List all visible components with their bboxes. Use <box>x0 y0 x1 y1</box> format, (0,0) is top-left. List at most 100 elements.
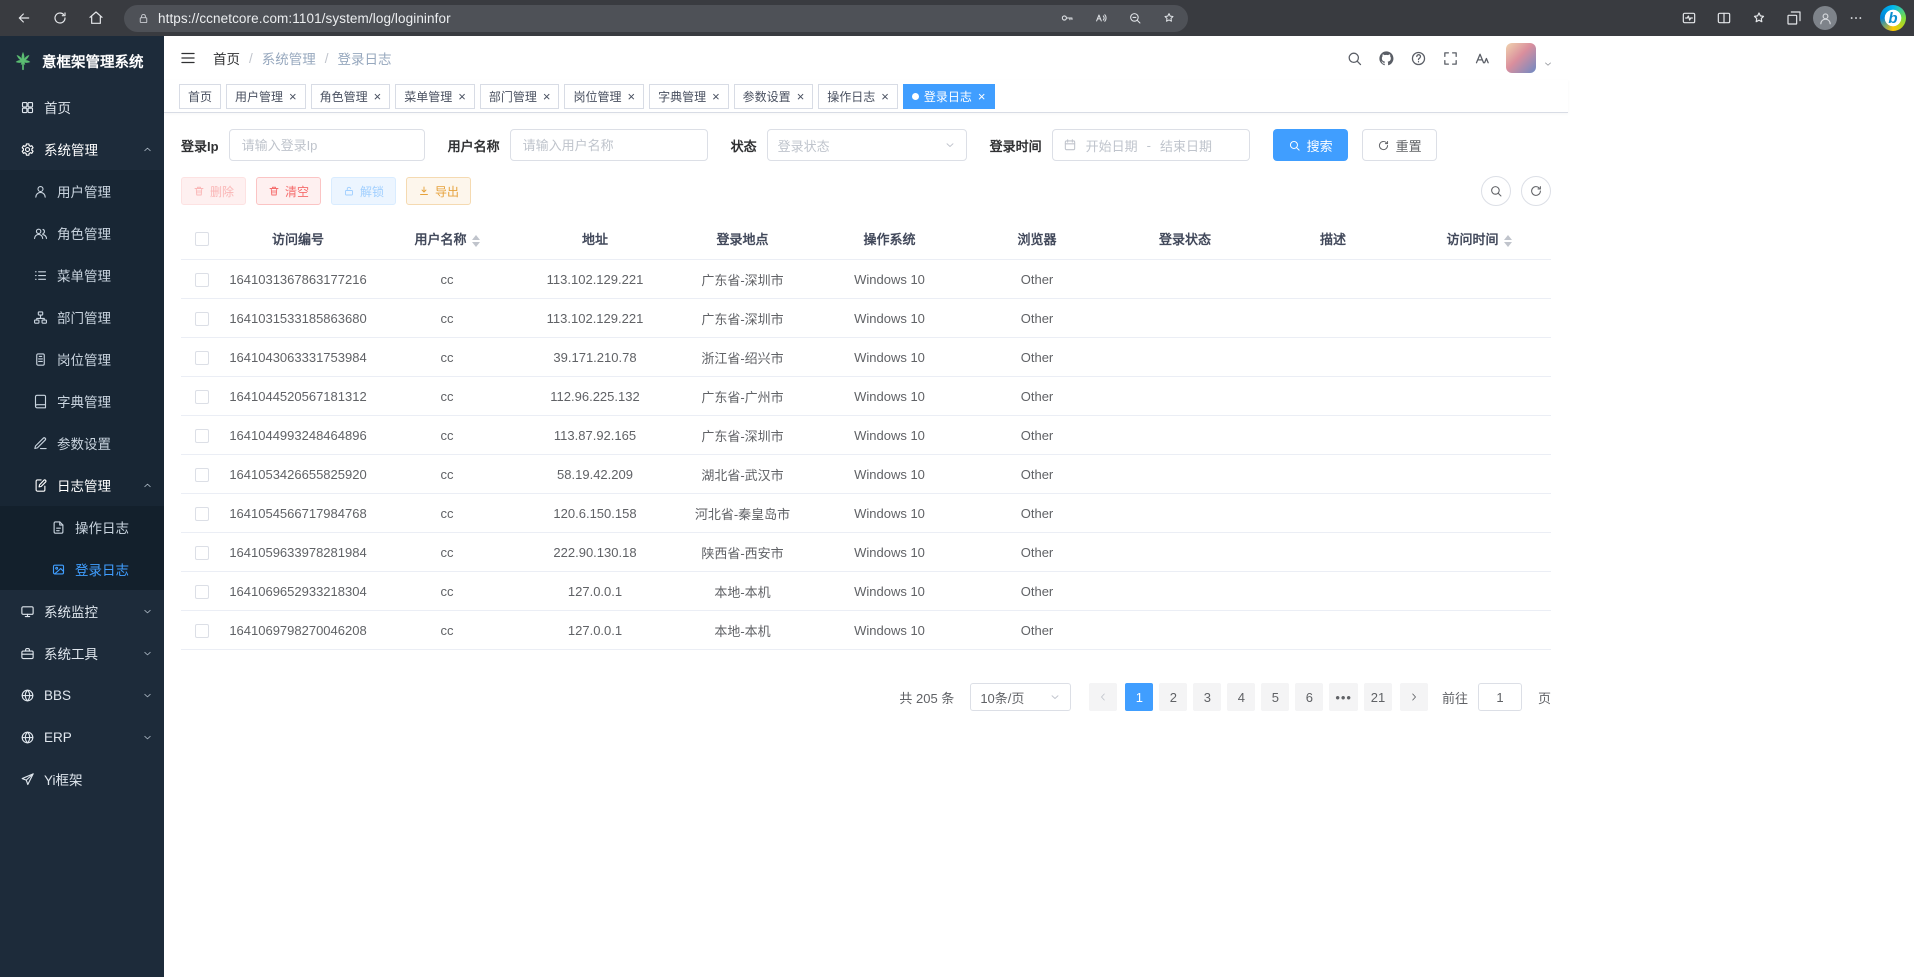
tab-menu-mgmt[interactable]: 菜单管理× <box>395 84 475 109</box>
tab-close-icon[interactable]: × <box>712 90 720 103</box>
sidebar-item-post-mgmt[interactable]: 岗位管理 <box>0 338 164 380</box>
github-icon[interactable] <box>1378 50 1395 67</box>
select-all-checkbox[interactable] <box>195 232 209 246</box>
page-button[interactable]: 4 <box>1227 683 1255 711</box>
sidebar-item-param-settings[interactable]: 参数设置 <box>0 422 164 464</box>
zoom-out-icon[interactable] <box>1122 6 1148 30</box>
address-bar[interactable]: https://ccnetcore.com:1101/system/log/lo… <box>124 5 1188 32</box>
tab-user-mgmt[interactable]: 用户管理× <box>226 84 306 109</box>
tab-close-icon[interactable]: × <box>543 90 551 103</box>
clear-button[interactable]: 清空 <box>256 177 321 205</box>
split-screen-icon[interactable] <box>1708 4 1740 32</box>
unlock-button[interactable]: 解锁 <box>331 177 396 205</box>
sidebar-item-login-log[interactable]: 登录日志 <box>0 548 164 590</box>
refresh-table-button[interactable] <box>1521 176 1551 206</box>
sidebar-item-log-mgmt[interactable]: 日志管理 <box>0 464 164 506</box>
sort-caret-icon[interactable] <box>1504 235 1512 247</box>
sidebar-item-erp[interactable]: ERP <box>0 716 164 758</box>
tab-close-icon[interactable]: × <box>289 90 297 103</box>
browser-back-button[interactable] <box>8 4 40 32</box>
sidebar-item-system-tools[interactable]: 系统工具 <box>0 632 164 674</box>
tab-dept-mgmt[interactable]: 部门管理× <box>480 84 560 109</box>
sidebar-toggle-icon[interactable] <box>179 49 197 67</box>
tab-home[interactable]: 首页 <box>179 84 221 109</box>
sidebar-item-role-mgmt[interactable]: 角色管理 <box>0 212 164 254</box>
browser-profile-icon[interactable] <box>1813 6 1837 30</box>
date-range-picker[interactable]: 开始日期 - 结束日期 <box>1052 129 1250 161</box>
row-checkbox[interactable] <box>195 546 209 560</box>
browser-home-button[interactable] <box>80 4 112 32</box>
goto-page-input[interactable] <box>1478 683 1522 711</box>
row-checkbox[interactable] <box>195 507 209 521</box>
sidebar-item-menu-mgmt[interactable]: 菜单管理 <box>0 254 164 296</box>
page-button[interactable]: 21 <box>1364 683 1392 711</box>
sidebar-item-bbs[interactable]: BBS <box>0 674 164 716</box>
bing-icon[interactable]: b <box>1880 5 1906 31</box>
row-checkbox[interactable] <box>195 390 209 404</box>
tab-post-mgmt[interactable]: 岗位管理× <box>564 84 644 109</box>
row-checkbox[interactable] <box>195 273 209 287</box>
row-checkbox[interactable] <box>195 312 209 326</box>
breadcrumb-system[interactable]: 系统管理 <box>262 48 316 68</box>
toggle-search-button[interactable] <box>1481 176 1511 206</box>
sidebar-item-yi-framework[interactable]: Yi框架 <box>0 758 164 800</box>
tab-operation-log[interactable]: 操作日志× <box>818 84 898 109</box>
fullscreen-icon[interactable] <box>1442 50 1459 67</box>
sidebar-item-operation-log[interactable]: 操作日志 <box>0 506 164 548</box>
sidebar-item-dict-mgmt[interactable]: 字典管理 <box>0 380 164 422</box>
font-size-icon[interactable] <box>1474 50 1491 67</box>
page-button[interactable]: 2 <box>1159 683 1187 711</box>
reset-button[interactable]: 重置 <box>1362 129 1437 161</box>
password-key-icon[interactable] <box>1054 6 1080 30</box>
tab-close-icon[interactable]: × <box>374 90 382 103</box>
row-checkbox[interactable] <box>195 585 209 599</box>
header-search-icon[interactable] <box>1346 50 1363 67</box>
tab-role-mgmt[interactable]: 角色管理× <box>311 84 391 109</box>
avatar-dropdown-icon[interactable] <box>1543 59 1553 69</box>
tab-dict-mgmt[interactable]: 字典管理× <box>649 84 729 109</box>
sort-caret-icon[interactable] <box>472 235 480 247</box>
tab-close-icon[interactable]: × <box>797 90 805 103</box>
tab-close-icon[interactable]: × <box>978 90 986 103</box>
status-select[interactable]: 登录状态 <box>767 129 967 161</box>
breadcrumb-home[interactable]: 首页 <box>213 48 240 68</box>
prev-page-button[interactable] <box>1089 683 1117 711</box>
tab-close-icon[interactable]: × <box>627 90 635 103</box>
sidebar-item-system-mgmt[interactable]: 系统管理 <box>0 128 164 170</box>
row-checkbox[interactable] <box>195 429 209 443</box>
column-header[interactable]: 用户名称 <box>373 218 521 260</box>
login-ip-input[interactable] <box>229 129 425 161</box>
tab-login-log[interactable]: 登录日志× <box>903 84 995 109</box>
row-checkbox[interactable] <box>195 624 209 638</box>
next-page-button[interactable] <box>1400 683 1428 711</box>
tab-param-settings[interactable]: 参数设置× <box>734 84 814 109</box>
pager-more-button[interactable]: ••• <box>1329 683 1358 711</box>
column-header[interactable]: 访问时间 <box>1407 218 1551 260</box>
browser-refresh-button[interactable] <box>44 4 76 32</box>
page-button[interactable]: 5 <box>1261 683 1289 711</box>
row-checkbox[interactable] <box>195 468 209 482</box>
sidebar-item-dept-mgmt[interactable]: 部门管理 <box>0 296 164 338</box>
row-checkbox[interactable] <box>195 351 209 365</box>
tab-close-icon[interactable]: × <box>881 90 889 103</box>
sidebar-item-system-monitor[interactable]: 系统监控 <box>0 590 164 632</box>
help-icon[interactable] <box>1410 50 1427 67</box>
search-button[interactable]: 搜索 <box>1273 129 1348 161</box>
collections-icon[interactable] <box>1778 4 1810 32</box>
page-button[interactable]: 3 <box>1193 683 1221 711</box>
delete-button[interactable]: 删除 <box>181 177 246 205</box>
user-avatar[interactable] <box>1506 43 1536 73</box>
page-size-select[interactable]: 10条/页 <box>970 683 1071 711</box>
export-button[interactable]: 导出 <box>406 177 471 205</box>
username-input[interactable] <box>510 129 708 161</box>
tab-close-icon[interactable]: × <box>458 90 466 103</box>
sidebar-item-home[interactable]: 首页 <box>0 86 164 128</box>
sidebar-item-user-mgmt[interactable]: 用户管理 <box>0 170 164 212</box>
browser-more-icon[interactable] <box>1840 4 1872 32</box>
browser-essentials-icon[interactable] <box>1673 4 1705 32</box>
favorite-add-icon[interactable] <box>1156 6 1182 30</box>
page-button[interactable]: 1 <box>1125 683 1153 711</box>
read-aloud-icon[interactable] <box>1088 6 1114 30</box>
page-button[interactable]: 6 <box>1295 683 1323 711</box>
favorites-icon[interactable] <box>1743 4 1775 32</box>
